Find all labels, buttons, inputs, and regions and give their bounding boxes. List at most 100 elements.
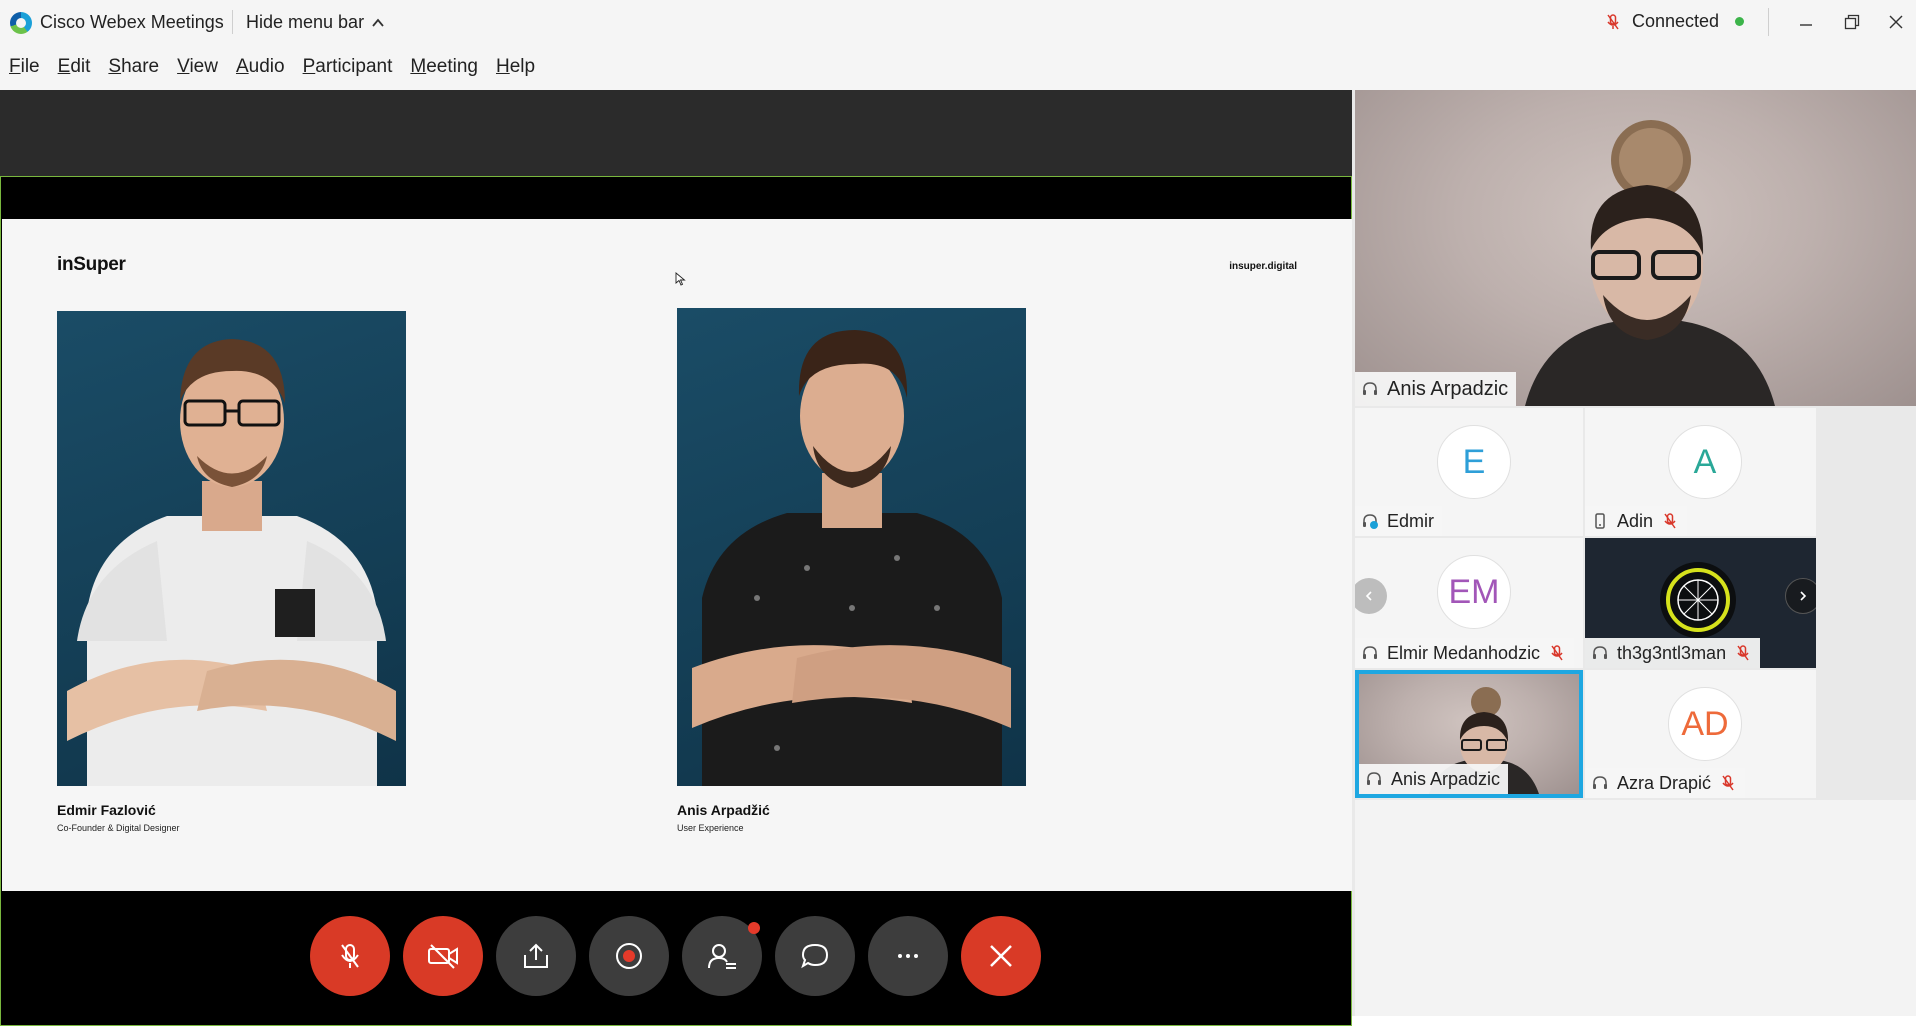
title-separator [232, 10, 233, 34]
video-button[interactable] [403, 916, 483, 996]
slide-site: insuper.digital [1229, 261, 1297, 272]
menu-view-label: iew [189, 56, 218, 77]
menu-share-label: hare [121, 56, 160, 77]
headset-connected-icon [1363, 514, 1378, 529]
record-icon [616, 943, 642, 969]
shared-screen-frame[interactable]: inSuper insuper.digital Edmir Fazlović C… [0, 176, 1352, 1026]
meeting-controls [310, 916, 1041, 996]
close-window-button[interactable] [1876, 6, 1916, 38]
menu-meeting[interactable]: Meeting [410, 56, 478, 78]
menu-help[interactable]: Help [496, 56, 535, 78]
menu-share[interactable]: Share [108, 56, 159, 78]
menu-view-mnemonic: V [177, 56, 190, 77]
participant-tile-elmir[interactable]: EM Elmir Medanhodzic [1355, 538, 1583, 668]
menu-edit-label: dit [70, 56, 91, 77]
participant-tile-self[interactable]: Anis Arpadzic [1355, 670, 1583, 798]
menu-share-mnemonic: S [108, 56, 122, 77]
active-speaker-nametag: Anis Arpadzic [1355, 372, 1517, 406]
avatar: A [1668, 425, 1742, 499]
menu-file[interactable]: File [9, 56, 40, 78]
speaker-video-illustration [1525, 120, 1775, 406]
mic-muted-icon [1664, 513, 1676, 529]
person-name-2: Anis Arpadžić [677, 802, 770, 818]
participant-tile-azra[interactable]: AD Azra Drapić [1585, 670, 1816, 798]
participant-name: Azra Drapić [1617, 772, 1712, 793]
participant-tile-edmir[interactable]: E Edmir [1355, 408, 1583, 536]
participants-button[interactable] [682, 916, 762, 996]
menu-participant[interactable]: Participant [303, 56, 393, 78]
menu-meeting-label: eeting [426, 56, 478, 77]
mobile-device-icon [1595, 513, 1605, 529]
more-options-button[interactable] [868, 916, 948, 996]
participant-nametag: Adin [1585, 506, 1688, 536]
previous-page-button[interactable] [1355, 578, 1387, 614]
participant-name: Adin [1617, 510, 1654, 531]
participant-nametag: Edmir [1355, 506, 1443, 536]
person-role-2: User Experience [677, 823, 744, 833]
participants-icon [708, 944, 736, 969]
mic-muted-icon [1722, 775, 1734, 791]
participant-nametag: Anis Arpadzic [1359, 764, 1509, 794]
participant-tile-adin[interactable]: A Adin [1585, 408, 1816, 536]
mic-muted-icon [1737, 645, 1749, 661]
menu-file-label: ile [20, 56, 40, 77]
shared-content-stage: inSuper insuper.digital Edmir Fazlović C… [0, 90, 1352, 1026]
chat-icon [801, 943, 829, 969]
chevron-left-icon [1365, 591, 1372, 601]
webex-logo-icon [10, 12, 32, 34]
person-role-1: Co-Founder & Digital Designer [57, 823, 180, 833]
next-page-button[interactable] [1785, 578, 1816, 614]
slide-brand: inSuper [57, 254, 126, 275]
connection-status[interactable]: Connected [1604, 11, 1745, 32]
headset-icon [1363, 646, 1377, 659]
portrait-photo-anis [677, 308, 1026, 786]
menu-audio-mnemonic: A [235, 56, 249, 77]
avatar: AD [1668, 687, 1742, 761]
menu-meeting-mnemonic: M [410, 56, 427, 77]
participant-tile-th3g3ntl3man[interactable]: th3g3ntl3man [1585, 538, 1816, 668]
headset-icon [1593, 776, 1607, 789]
avatar: EM [1437, 555, 1511, 629]
menu-help-label: elp [509, 56, 536, 77]
connection-status-label: Connected [1632, 11, 1720, 31]
hide-menu-bar-button[interactable]: Hide menu bar [246, 12, 386, 33]
menu-view[interactable]: View [177, 56, 218, 78]
menu-file-mnemonic: F [9, 56, 21, 77]
menu-edit[interactable]: Edit [58, 56, 91, 78]
menu-bar: File Edit Share View Audio Participant M… [0, 44, 1916, 90]
video-off-icon [428, 944, 458, 969]
hide-menu-bar-label: Hide menu bar [246, 12, 365, 32]
active-speaker-tile[interactable]: Anis Arpadzic [1355, 90, 1916, 406]
restore-button[interactable] [1832, 6, 1872, 38]
portrait-illustration [67, 339, 396, 786]
portrait-photo-edmir [57, 311, 406, 786]
menu-edit-mnemonic: E [57, 56, 71, 77]
mute-button[interactable] [310, 916, 390, 996]
participant-name: Anis Arpadzic [1391, 768, 1501, 789]
mouse-cursor-icon [675, 272, 686, 286]
restore-icon [1844, 14, 1860, 30]
menu-participant-mnemonic: P [302, 56, 316, 77]
minimize-icon [1800, 24, 1812, 26]
title-bar: Cisco Webex Meetings Hide menu bar Conne… [0, 0, 1916, 44]
participant-nametag: th3g3ntl3man [1585, 638, 1761, 668]
menu-audio-label: udio [248, 56, 285, 77]
shared-slide: inSuper insuper.digital Edmir Fazlović C… [2, 219, 1352, 891]
minimize-button[interactable] [1786, 6, 1826, 38]
share-icon [524, 943, 548, 968]
app-title: Cisco Webex Meetings [40, 12, 224, 32]
avatar: E [1437, 425, 1511, 499]
share-button[interactable] [496, 916, 576, 996]
more-icon [898, 954, 918, 958]
chat-button[interactable] [775, 916, 855, 996]
headset-icon [1367, 772, 1381, 785]
headset-icon [1363, 382, 1377, 395]
menu-audio[interactable]: Audio [236, 56, 285, 78]
person-name-1: Edmir Fazlović [57, 802, 156, 818]
participant-panel: Anis Arpadzic E Edmir A Adin EM Elmir Me… [1352, 90, 1916, 1016]
close-icon [1889, 15, 1903, 29]
mic-muted-icon [1607, 13, 1619, 29]
portrait-illustration [692, 330, 1011, 786]
record-button[interactable] [589, 916, 669, 996]
end-meeting-button[interactable] [961, 916, 1041, 996]
